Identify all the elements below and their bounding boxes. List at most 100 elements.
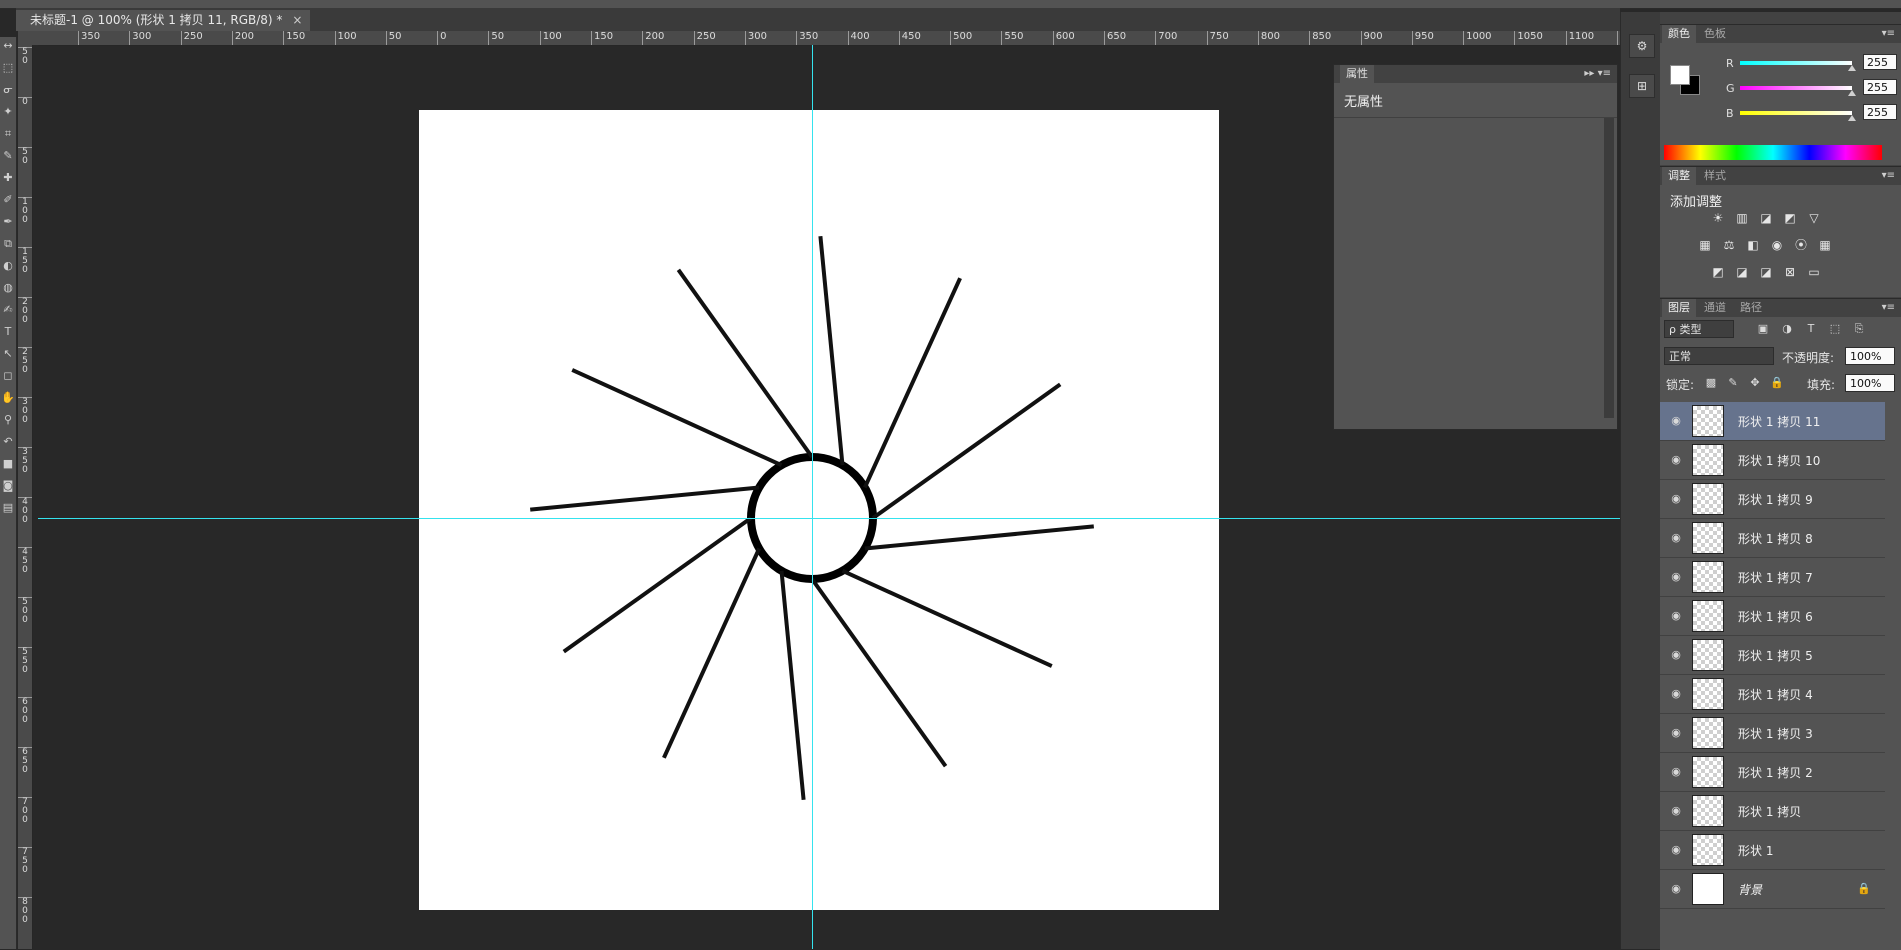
layer-row[interactable]: ◉ 形状 1 拷贝 3 bbox=[1660, 714, 1885, 753]
layer-row[interactable]: ◉ 形状 1 拷贝 6 bbox=[1660, 597, 1885, 636]
adjustment-icon[interactable]: ◩ bbox=[1710, 265, 1726, 279]
adjustment-icon[interactable]: ▥ bbox=[1734, 211, 1750, 225]
horizontal-guide[interactable] bbox=[38, 518, 1620, 519]
adjustment-icon[interactable]: ⊠ bbox=[1782, 265, 1798, 279]
vertical-guide[interactable] bbox=[812, 45, 813, 949]
channel-slider[interactable] bbox=[1740, 111, 1852, 115]
tool-button[interactable]: ■ bbox=[1, 457, 15, 471]
adjustment-icon[interactable]: ◧ bbox=[1745, 238, 1761, 252]
color-spectrum-bar[interactable] bbox=[1664, 145, 1882, 160]
lock-option-icon[interactable]: ▩ bbox=[1704, 376, 1718, 390]
layer-filter-icon[interactable]: ⎘ bbox=[1852, 322, 1866, 336]
channel-value-input[interactable]: 255 bbox=[1863, 79, 1897, 95]
panel-menu-icon[interactable]: ▾≡ bbox=[1882, 299, 1895, 317]
layer-row[interactable]: ◉ 形状 1 bbox=[1660, 831, 1885, 870]
lock-option-icon[interactable]: 🔒 bbox=[1770, 376, 1784, 390]
channel-slider[interactable] bbox=[1740, 86, 1852, 90]
visibility-eye-icon[interactable]: ◉ bbox=[1668, 725, 1684, 741]
tool-button[interactable]: ✒ bbox=[1, 215, 15, 229]
tool-button[interactable]: ↔ bbox=[1, 39, 15, 53]
layer-filter-icon[interactable]: ◑ bbox=[1780, 322, 1794, 336]
ray-line[interactable] bbox=[571, 368, 783, 468]
blend-mode-select[interactable]: 正常 bbox=[1664, 347, 1774, 365]
tool-button[interactable]: ⧉ bbox=[1, 237, 15, 251]
adjustment-icon[interactable]: ▭ bbox=[1806, 265, 1822, 279]
foreground-color-swatch[interactable] bbox=[1670, 65, 1690, 85]
visibility-eye-icon[interactable]: ◉ bbox=[1668, 530, 1684, 546]
visibility-eye-icon[interactable]: ◉ bbox=[1668, 452, 1684, 468]
tool-button[interactable]: ↶ bbox=[1, 435, 15, 449]
tab-swatches[interactable]: 色板 bbox=[1698, 25, 1732, 43]
layer-filter-kind-select[interactable]: ρ 类型 bbox=[1664, 320, 1734, 338]
tool-button[interactable]: ✋ bbox=[1, 391, 15, 405]
tool-button[interactable]: ✚ bbox=[1, 171, 15, 185]
layer-row[interactable]: ◉ 形状 1 拷贝 11 bbox=[1660, 402, 1885, 441]
tab-styles[interactable]: 样式 bbox=[1698, 167, 1732, 185]
ray-line[interactable] bbox=[818, 236, 845, 466]
tool-button[interactable]: ✐ bbox=[1, 193, 15, 207]
tool-button[interactable]: ⚲ bbox=[1, 413, 15, 427]
layer-filter-icon[interactable]: T bbox=[1804, 322, 1818, 336]
adjustment-icon[interactable]: ◪ bbox=[1758, 211, 1774, 225]
fill-input[interactable]: 100% bbox=[1845, 374, 1895, 392]
ray-line[interactable] bbox=[864, 524, 1094, 551]
vertical-ruler[interactable]: 5 0 0 5 0 1 0 0 1 5 0 2 0 0 2 5 0 3 0 0 3 5 0 4 0… bbox=[18, 45, 33, 949]
adjustment-icon[interactable]: ☀ bbox=[1710, 211, 1726, 225]
panel-menu-icon[interactable]: ▾≡ bbox=[1882, 167, 1895, 185]
tool-button[interactable]: T bbox=[1, 325, 15, 339]
adjustment-icon[interactable]: ▦ bbox=[1697, 238, 1713, 252]
visibility-eye-icon[interactable]: ◉ bbox=[1668, 569, 1684, 585]
adjustment-icon[interactable]: ◪ bbox=[1758, 265, 1774, 279]
layer-row[interactable]: ◉ 形状 1 拷贝 7 bbox=[1660, 558, 1885, 597]
tool-button[interactable]: ᓂ bbox=[1, 83, 15, 97]
horizontal-ruler[interactable]: 350 300 250 200 150 100 50 0 50 100 150 200 250 300 35… bbox=[38, 31, 1620, 46]
tab-color[interactable]: 颜色 bbox=[1662, 25, 1696, 43]
ruler-origin[interactable] bbox=[18, 31, 38, 45]
tool-presets-button[interactable]: ⚙ bbox=[1629, 34, 1655, 58]
visibility-eye-icon[interactable]: ◉ bbox=[1668, 842, 1684, 858]
tab-paths[interactable]: 路径 bbox=[1734, 299, 1768, 317]
sun-ray-artwork[interactable] bbox=[419, 110, 1219, 910]
tool-button[interactable]: ▤ bbox=[1, 501, 15, 515]
layer-row[interactable]: ◉ 形状 1 拷贝 9 bbox=[1660, 480, 1885, 519]
slider-handle[interactable] bbox=[1848, 65, 1856, 71]
adjustment-icon[interactable]: ⦿ bbox=[1793, 238, 1809, 252]
tool-button[interactable]: ⌗ bbox=[1, 127, 15, 141]
layer-row[interactable]: ◉ 形状 1 拷贝 5 bbox=[1660, 636, 1885, 675]
adjustment-icon[interactable]: ◪ bbox=[1734, 265, 1750, 279]
tool-button[interactable]: ↖ bbox=[1, 347, 15, 361]
layer-comps-button[interactable]: ⊞ bbox=[1629, 74, 1655, 98]
layer-filter-icon[interactable]: ▣ bbox=[1756, 322, 1770, 336]
panel-menu-icon[interactable]: ▾≡ bbox=[1882, 25, 1895, 43]
panel-menu-icon[interactable]: ▸▸ ▾≡ bbox=[1584, 65, 1611, 83]
visibility-eye-icon[interactable]: ◉ bbox=[1668, 647, 1684, 663]
adjustment-icon[interactable]: ⚖ bbox=[1721, 238, 1737, 252]
layer-row[interactable]: ◉ 形状 1 拷贝 bbox=[1660, 792, 1885, 831]
adjustment-icon[interactable]: ▽ bbox=[1806, 211, 1822, 225]
tab-layers[interactable]: 图层 bbox=[1662, 299, 1696, 317]
tool-button[interactable]: ◍ bbox=[1, 281, 15, 295]
layer-row[interactable]: ◉ 形状 1 拷贝 8 bbox=[1660, 519, 1885, 558]
slider-handle[interactable] bbox=[1848, 115, 1856, 121]
layer-row[interactable]: ◉ 形状 1 拷贝 2 bbox=[1660, 753, 1885, 792]
tool-button[interactable]: ✦ bbox=[1, 105, 15, 119]
visibility-eye-icon[interactable]: ◉ bbox=[1668, 686, 1684, 702]
lock-option-icon[interactable]: ✥ bbox=[1748, 376, 1762, 390]
ray-line[interactable] bbox=[841, 568, 1053, 668]
adjustment-icon[interactable]: ◉ bbox=[1769, 238, 1785, 252]
tool-button[interactable]: ✍ bbox=[1, 303, 15, 317]
properties-scrollbar[interactable] bbox=[1604, 118, 1614, 418]
document-tab[interactable]: 未标题-1 @ 100% (形状 1 拷贝 11, RGB/8) * × bbox=[16, 10, 311, 31]
slider-handle[interactable] bbox=[1848, 90, 1856, 96]
visibility-eye-icon[interactable]: ◉ bbox=[1668, 803, 1684, 819]
ray-line[interactable] bbox=[530, 485, 760, 512]
visibility-eye-icon[interactable]: ◉ bbox=[1668, 764, 1684, 780]
layer-row[interactable]: ◉ 形状 1 拷贝 4 bbox=[1660, 675, 1885, 714]
adjustment-icon[interactable]: ◩ bbox=[1782, 211, 1798, 225]
tab-channels[interactable]: 通道 bbox=[1698, 299, 1732, 317]
tool-button[interactable]: ◐ bbox=[1, 259, 15, 273]
visibility-eye-icon[interactable]: ◉ bbox=[1668, 413, 1684, 429]
lock-option-icon[interactable]: ✎ bbox=[1726, 376, 1740, 390]
ray-line[interactable] bbox=[862, 277, 962, 489]
tool-button[interactable]: ◙ bbox=[1, 479, 15, 493]
